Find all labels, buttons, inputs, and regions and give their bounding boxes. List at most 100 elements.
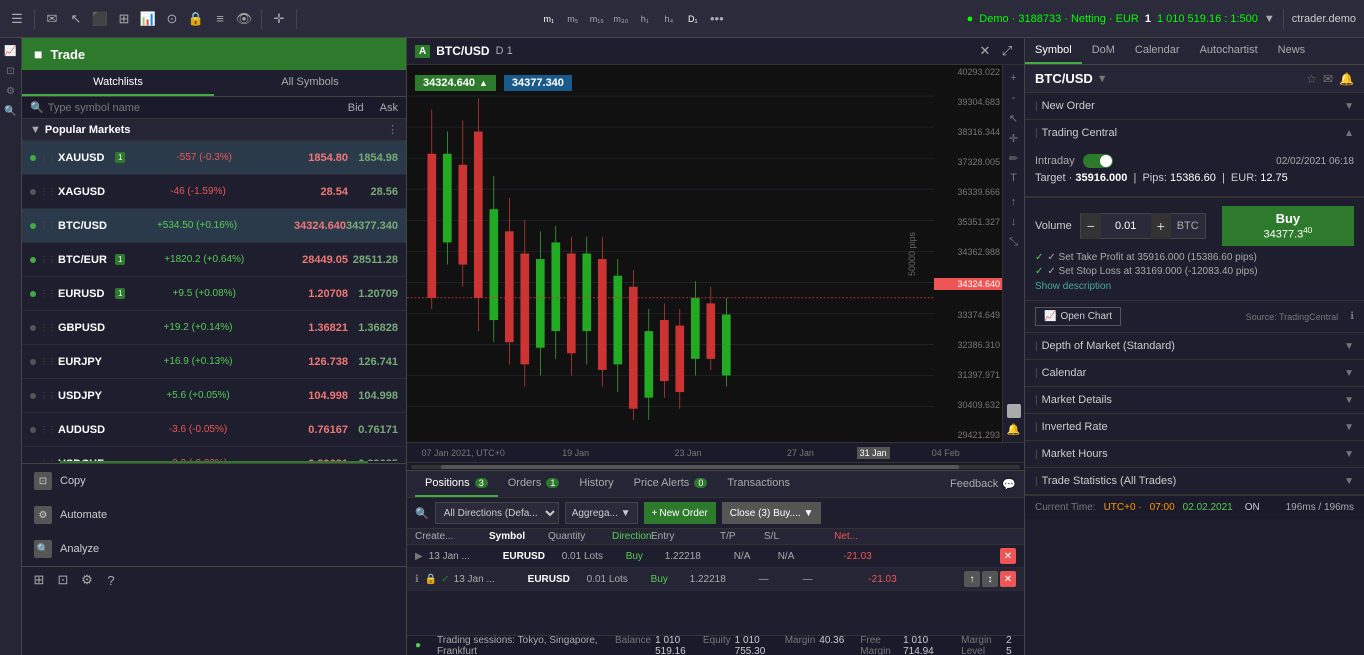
feedback-button[interactable]: Feedback 💬 (950, 478, 1016, 491)
tab-history[interactable]: History (569, 471, 623, 497)
tab-autochartist[interactable]: Autochartist (1190, 38, 1268, 64)
tab-symbol[interactable]: Symbol (1025, 38, 1082, 64)
tab-price-alerts[interactable]: Price Alerts 0 (624, 471, 718, 497)
add-chart-icon[interactable]: ⊞ (30, 571, 48, 589)
alert-icon[interactable]: 🔔 (1005, 420, 1023, 438)
layers-icon[interactable]: ≡ (211, 10, 229, 28)
fit-icon[interactable]: ⤡ (1005, 233, 1023, 251)
m5-btn[interactable]: m₅ (564, 10, 582, 28)
up-arrow-icon[interactable]: ↑ (1005, 193, 1023, 211)
text-icon[interactable]: T (1005, 169, 1023, 187)
tab-all-symbols[interactable]: All Symbols (214, 70, 406, 96)
tab-news[interactable]: News (1268, 38, 1316, 64)
symbol-item-btceur[interactable]: ⋮⋮ BTC/EUR 1 +1820.2 (+0.64%) 28449.05 2… (22, 243, 406, 277)
expand-icon[interactable]: ▶ (415, 551, 423, 562)
zoom-out-icon[interactable]: - (1005, 89, 1023, 107)
volume-decrease-button[interactable]: − (1081, 213, 1101, 239)
help-icon[interactable]: ? (102, 571, 120, 589)
crosshair-icon[interactable]: ✛ (1005, 129, 1023, 147)
market-hours-header[interactable]: | Market Hours ▼ (1025, 441, 1364, 467)
symbol-item-xauusd[interactable]: ⋮⋮ XAUUSD 1 -557 (-0.3%) 1854.80 1854.98 (22, 141, 406, 175)
maximize-chart-icon[interactable]: ⤢ (998, 42, 1016, 60)
m30-btn[interactable]: m₃₀ (612, 10, 630, 28)
tab-orders[interactable]: Orders 1 (498, 471, 570, 497)
m1-btn[interactable]: m₁ (540, 10, 558, 28)
nav-item-automate[interactable]: ⚙ Automate (22, 498, 406, 532)
bell-icon[interactable]: 🔔 (1339, 72, 1354, 86)
symbol-item-btcusd[interactable]: ⋮⋮ BTC/USD +534.50 (+0.16%) 34324.640 34… (22, 209, 406, 243)
dropdown-icon[interactable]: ▼ (1264, 13, 1275, 25)
symbol-item-usdjpy[interactable]: ⋮⋮ USDJPY +5.6 (+0.05%) 104.998 104.998 (22, 379, 406, 413)
duplicate-icon[interactable]: ⊡ (54, 571, 72, 589)
calendar-section-header[interactable]: | Calendar ▼ (1025, 360, 1364, 386)
monitor-icon[interactable]: ⬛ (91, 10, 109, 28)
tab-dom[interactable]: DoM (1082, 38, 1125, 64)
star-icon[interactable]: ☆ (1306, 72, 1317, 86)
more-timeframe-btn[interactable]: ••• (708, 10, 726, 28)
volume-input[interactable] (1101, 220, 1151, 232)
close-row-button[interactable]: ✕ (1000, 548, 1016, 564)
username[interactable]: ctrader.demo (1292, 13, 1356, 25)
lock-icon[interactable]: 🔒 (187, 10, 205, 28)
scrollbar-thumb[interactable] (441, 465, 959, 469)
search-input[interactable] (48, 102, 348, 114)
aggregation-button[interactable]: Aggrega... ▼ (565, 502, 638, 524)
collapse-dom-icon[interactable]: ▼ (1344, 341, 1354, 352)
collapse-cal-icon[interactable]: ▼ (1344, 368, 1354, 379)
close-row-button-2[interactable]: ✕ (1000, 571, 1016, 587)
collapse-tc-icon[interactable]: ▲ (1344, 128, 1354, 139)
cursor-tool-icon[interactable]: ↖ (1005, 109, 1023, 127)
chart-symbol[interactable]: BTC/USD (436, 44, 489, 58)
tab-watchlists[interactable]: Watchlists (22, 70, 214, 96)
chart-scrollbar[interactable] (407, 462, 1024, 470)
collapse-mh-icon[interactable]: ▼ (1344, 449, 1354, 460)
zoom-in-icon[interactable]: + (1005, 69, 1023, 87)
h4-btn[interactable]: h₄ (660, 10, 678, 28)
symbol-item-xagusd[interactable]: ⋮⋮ XAGUSD -46 (-1.59%) 28.54 28.56 (22, 175, 406, 209)
collapse-new-order-icon[interactable]: ▼ (1344, 101, 1354, 112)
eye-icon[interactable]: 👁 (235, 10, 253, 28)
open-chart-button[interactable]: 📈 Open Chart (1035, 307, 1121, 326)
symbol-dropdown-icon[interactable]: ▼ (1097, 73, 1108, 85)
close-chart-icon[interactable]: ✕ (976, 42, 994, 60)
show-description-link[interactable]: Show description (1035, 281, 1111, 292)
info-icon-3[interactable]: ℹ (1350, 311, 1354, 322)
tab-transactions[interactable]: Transactions (717, 471, 800, 497)
modify-button[interactable]: ↑ (964, 571, 980, 587)
direction-filter[interactable]: All Directions (Defa... (435, 502, 559, 524)
market-details-header[interactable]: | Market Details ▼ (1025, 387, 1364, 413)
collapse-ts-icon[interactable]: ▼ (1344, 476, 1354, 487)
menu-dots-icon[interactable]: ⋮ (387, 123, 398, 136)
trade-statistics-header[interactable]: | Trade Statistics (All Trades) ▼ (1025, 468, 1364, 494)
symbol-item-usdchf[interactable]: ⋮⋮ USDCHF -2.3 (-0.02%) 0.89681 0.89685 (22, 447, 406, 461)
inverted-rate-header[interactable]: | Inverted Rate ▼ (1025, 414, 1364, 440)
trading-central-header[interactable]: | Trading Central ▲ (1025, 120, 1364, 146)
collapse-ir-icon[interactable]: ▼ (1344, 422, 1354, 433)
profile-icon[interactable]: ⊙ (163, 10, 181, 28)
menu-icon[interactable]: ☰ (8, 10, 26, 28)
chart-icon[interactable]: 📊 (139, 10, 157, 28)
tab-calendar[interactable]: Calendar (1125, 38, 1190, 64)
chart-view-icon[interactable]: 📈 (2, 42, 20, 60)
tp-checkbox[interactable]: ✓ (1035, 252, 1043, 263)
collapse-icon[interactable]: ▼ (30, 124, 41, 136)
analyze-icon[interactable]: 🔍 (2, 102, 20, 120)
buy-button[interactable]: Buy 34377.340 (1222, 206, 1354, 246)
tc-toggle[interactable] (1083, 154, 1113, 168)
sl-checkbox[interactable]: ✓ (1035, 266, 1043, 277)
layout-icon[interactable]: ⊞ (115, 10, 133, 28)
new-order-button[interactable]: + New Order (644, 502, 716, 524)
email-icon[interactable]: ✉ (43, 10, 61, 28)
h1-btn[interactable]: h₁ (636, 10, 654, 28)
nav-item-analyze[interactable]: 🔍 Analyze (22, 532, 406, 566)
close-positions-button[interactable]: Close (3) Buy.... ▼ (722, 502, 822, 524)
depth-of-market-header[interactable]: | Depth of Market (Standard) ▼ (1025, 333, 1364, 359)
down-arrow-icon[interactable]: ↓ (1005, 213, 1023, 231)
new-order-header[interactable]: | New Order ▼ (1025, 93, 1364, 119)
color-picker-icon[interactable] (1007, 404, 1021, 418)
settings-icon[interactable]: ⚙ (78, 571, 96, 589)
volume-increase-button[interactable]: + (1151, 213, 1171, 239)
reverse-button[interactable]: ↕ (982, 571, 998, 587)
automate-icon[interactable]: ⚙ (2, 82, 20, 100)
tab-positions[interactable]: Positions 3 (415, 471, 498, 497)
